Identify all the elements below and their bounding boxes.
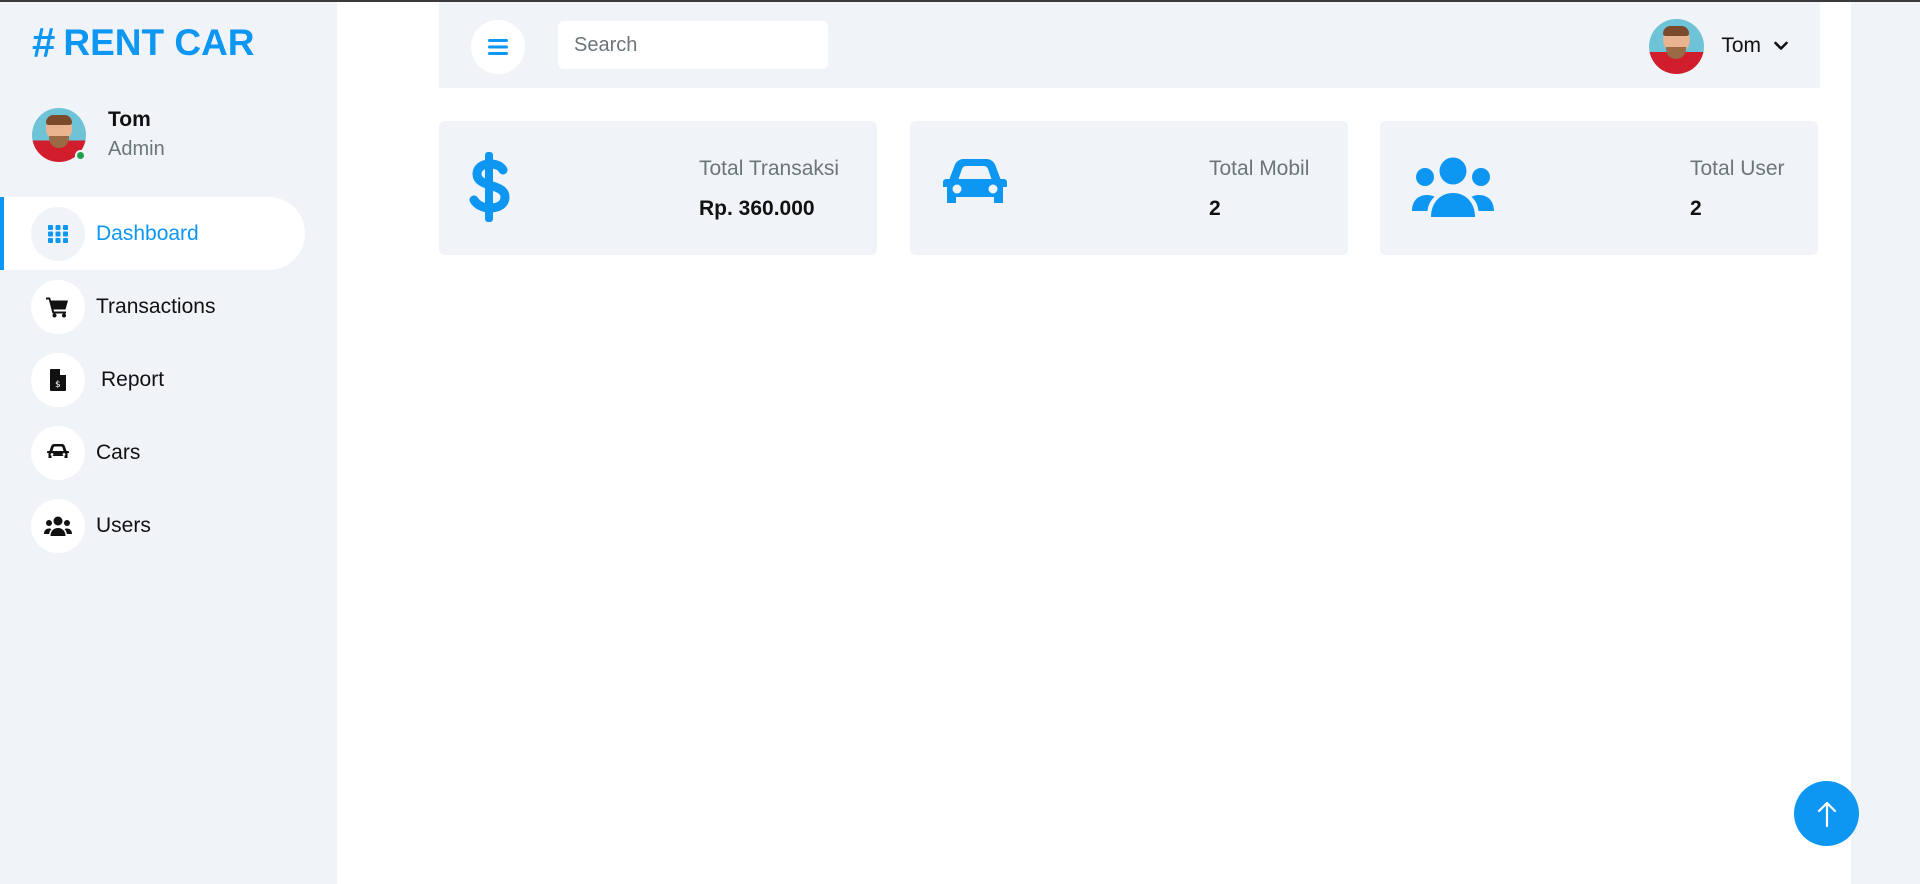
menu-toggle-button[interactable] [471, 20, 525, 74]
back-to-top-button[interactable] [1794, 781, 1859, 846]
user-name: Tom [1721, 34, 1761, 57]
users-icon [1412, 157, 1494, 222]
online-status-icon [75, 150, 86, 161]
brand-logo[interactable]: # RENT CAR [32, 19, 255, 66]
sidebar-item-label: Users [96, 513, 151, 537]
sidebar-item-label: Dashboard [96, 221, 199, 245]
stat-card-users: Total User 2 [1380, 121, 1818, 255]
sidebar-item-transactions[interactable]: Transactions [0, 270, 337, 343]
card-label: Total Mobil [1209, 157, 1310, 180]
sidebar-item-label: Cars [96, 440, 141, 464]
stats-cards: Total Transaksi Rp. 360.000 Total Mobil … [439, 121, 1820, 255]
card-value: 2 [1690, 197, 1702, 220]
sidebar-item-label: Report [101, 367, 165, 391]
right-gutter [1851, 2, 1920, 884]
sidebar-item-cars[interactable]: Cars [0, 416, 337, 489]
file-invoice-icon: $ [31, 352, 85, 407]
dollar-icon [467, 152, 511, 227]
sidebar: # RENT CAR Tom Admin Dashboard Transacti… [0, 2, 337, 884]
card-label: Total Transaksi [699, 157, 840, 180]
sidebar-item-report[interactable]: $ Report [0, 343, 337, 416]
stat-card-transactions: Total Transaksi Rp. 360.000 [439, 121, 877, 255]
hash-icon: # [32, 19, 56, 66]
card-value: Rp. 360.000 [699, 197, 815, 220]
sidebar-nav: Dashboard Transactions $ Report Cars Use… [0, 197, 337, 562]
topbar: Tom [439, 2, 1820, 88]
car-icon [31, 425, 85, 480]
cart-icon [31, 279, 85, 334]
sidebar-item-dashboard[interactable]: Dashboard [0, 197, 305, 270]
avatar [1649, 18, 1705, 74]
chevron-down-icon [1774, 41, 1788, 51]
card-value: 2 [1209, 197, 1221, 220]
sidebar-item-label: Transactions [96, 294, 216, 318]
profile-name: Tom [108, 108, 151, 131]
bars-icon [488, 39, 508, 55]
sidebar-profile: Tom Admin [32, 106, 165, 164]
card-label: Total User [1690, 157, 1785, 180]
svg-text:$: $ [55, 380, 61, 390]
avatar [32, 108, 86, 162]
sidebar-item-users[interactable]: Users [0, 489, 337, 562]
users-icon [31, 498, 85, 553]
profile-role: Admin [108, 138, 165, 160]
search-input[interactable] [558, 21, 828, 69]
user-menu[interactable]: Tom [1649, 18, 1788, 74]
brand-name: RENT CAR [63, 22, 255, 63]
grid-icon [31, 206, 85, 261]
stat-card-cars: Total Mobil 2 [910, 121, 1348, 255]
car-icon [942, 159, 1008, 218]
arrow-up-icon [1817, 801, 1836, 827]
